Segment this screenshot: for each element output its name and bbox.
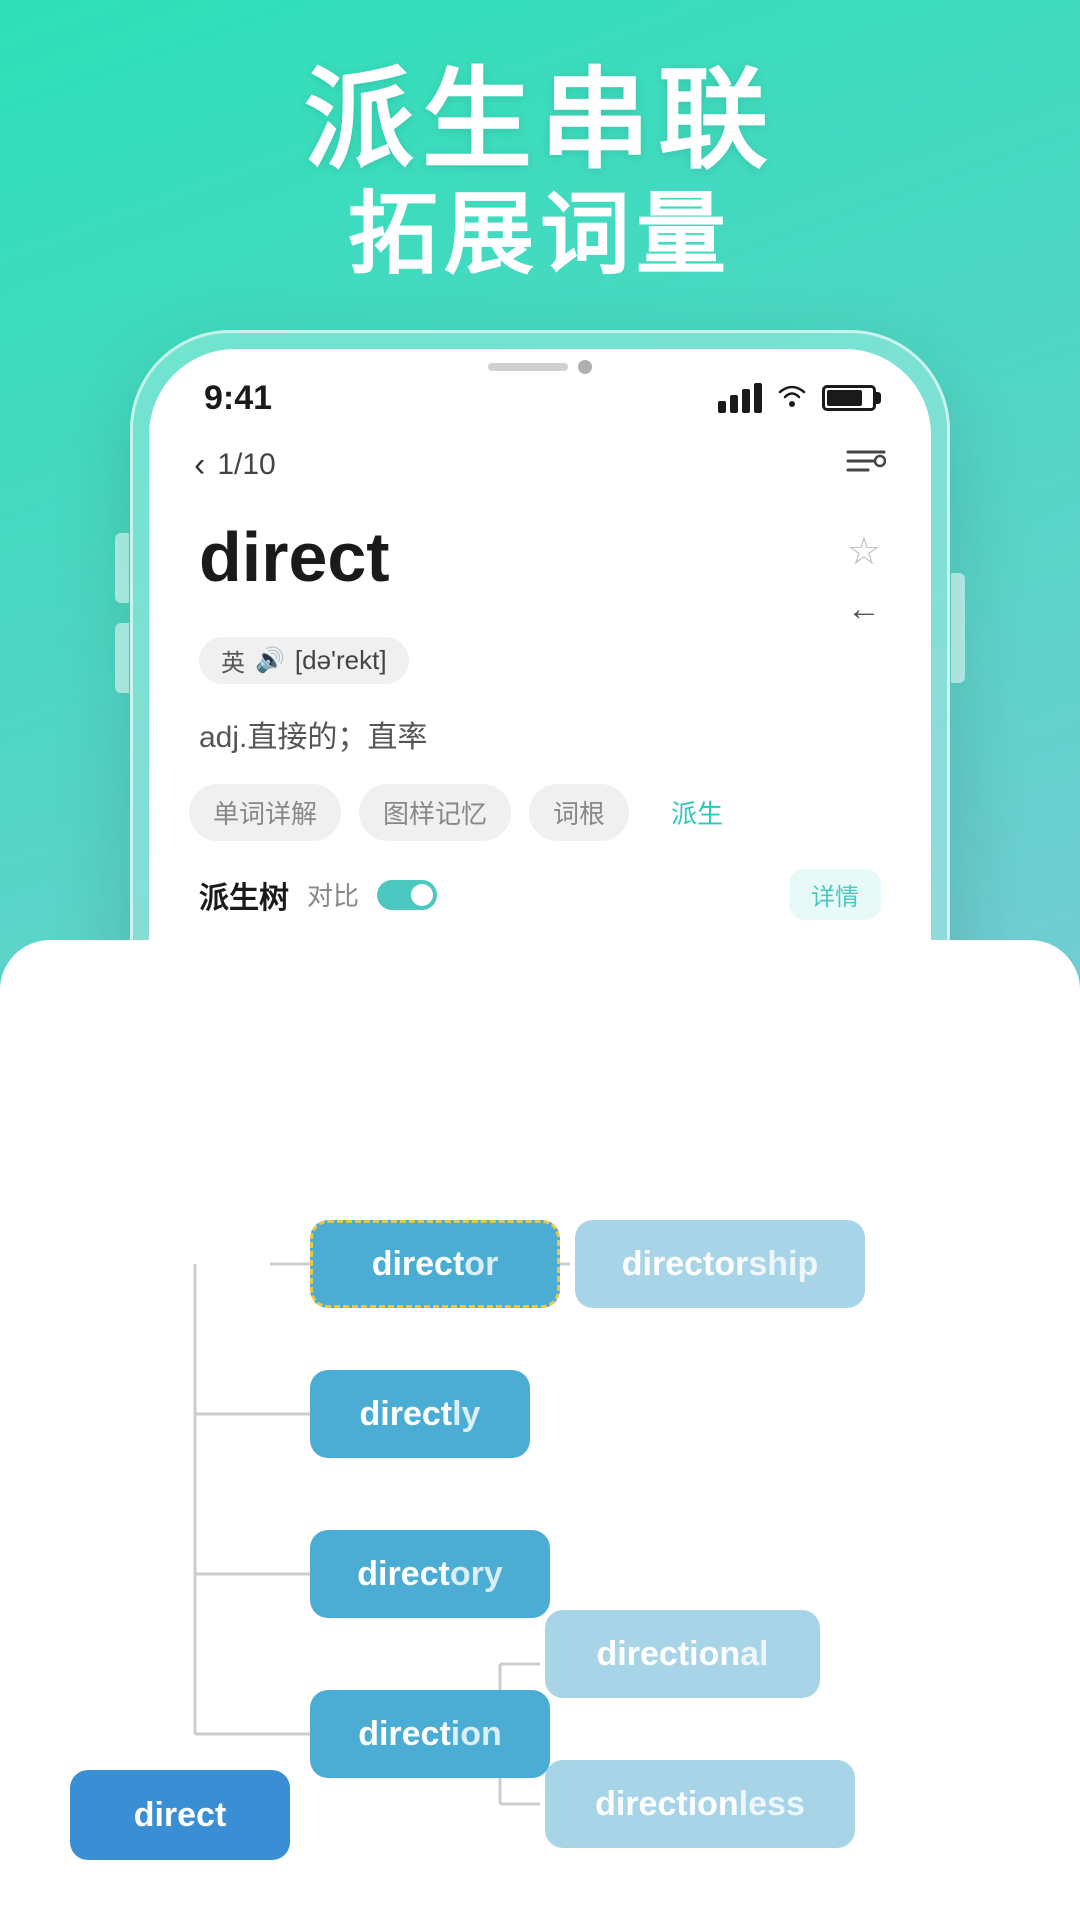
nav-left: ‹ 1/10 — [194, 446, 276, 485]
tree-diagram: direct director directorship directly di… — [0, 940, 1080, 1920]
phonetic-lang: 英 — [221, 643, 245, 678]
status-time: 9:41 — [204, 379, 272, 418]
battery-icon — [822, 385, 876, 411]
filter-button[interactable] — [846, 446, 886, 484]
node-direct[interactable]: direct — [70, 1770, 290, 1860]
compare-label: 对比 — [307, 876, 359, 913]
tree-card: direct director directorship directly di… — [0, 940, 1080, 1920]
side-button-left2 — [115, 623, 129, 693]
tab-derive[interactable]: 派生 — [647, 784, 747, 841]
tab-detail[interactable]: 单词详解 — [189, 784, 341, 841]
phonetic-row: 英 🔊 [də'rekt] — [199, 637, 881, 684]
detail-button[interactable]: 详情 — [789, 869, 881, 920]
node-directorship[interactable]: directorship — [575, 1220, 865, 1308]
hero-line1: 派生串联 — [0, 60, 1080, 181]
compare-toggle[interactable] — [377, 880, 437, 910]
phone-notch — [430, 349, 650, 385]
phonetic-badge[interactable]: 英 🔊 [də'rekt] — [199, 637, 409, 684]
node-directorship-label: directorship — [622, 1245, 819, 1284]
node-director-label: director — [372, 1245, 499, 1284]
side-button-right — [951, 573, 965, 683]
node-directory-label: directory — [357, 1555, 503, 1594]
speaker-icon[interactable]: 🔊 — [255, 646, 285, 675]
derive-title: 派生树 — [199, 873, 289, 917]
nav-counter: 1/10 — [217, 448, 275, 482]
notch-speaker — [488, 363, 568, 371]
word-section: direct ☆ ← 英 🔊 [də'rekt] — [149, 501, 931, 694]
status-icons — [718, 382, 876, 415]
node-direct-label: direct — [134, 1796, 227, 1835]
word-definition: adj.直接的；直率 — [149, 712, 931, 756]
node-direction-label: direction — [358, 1715, 502, 1754]
node-directly-label: directly — [360, 1395, 481, 1434]
derive-header: 派生树 对比 详情 — [149, 861, 931, 932]
hero-line2: 拓展词量 — [0, 181, 1080, 289]
node-directional[interactable]: directional — [545, 1610, 820, 1698]
notch-camera — [578, 360, 592, 374]
node-director[interactable]: director — [310, 1220, 560, 1308]
nav-bar: ‹ 1/10 — [149, 429, 931, 501]
word-back-button[interactable]: ← — [847, 590, 881, 629]
hero-section: 派生串联 拓展词量 — [0, 60, 1080, 289]
bookmark-icon[interactable]: ☆ — [847, 529, 881, 574]
side-button-left1 — [115, 533, 129, 603]
node-direction[interactable]: direction — [310, 1690, 550, 1778]
node-directionless[interactable]: directionless — [545, 1760, 855, 1848]
signal-icon — [718, 383, 762, 413]
node-directly[interactable]: directly — [310, 1370, 530, 1458]
tab-image[interactable]: 图样记忆 — [359, 784, 511, 841]
node-directional-label: directional — [597, 1635, 769, 1674]
back-button[interactable]: ‹ — [194, 446, 205, 485]
tabs-row: 单词详解 图样记忆 词根 派生 — [149, 764, 931, 861]
tab-root[interactable]: 词根 — [529, 784, 629, 841]
node-directory[interactable]: directory — [310, 1530, 550, 1618]
wifi-icon — [776, 382, 808, 415]
node-directionless-label: directionless — [595, 1785, 805, 1824]
word-title: direct — [199, 519, 390, 596]
phonetic-text: [də'rekt] — [295, 645, 387, 676]
